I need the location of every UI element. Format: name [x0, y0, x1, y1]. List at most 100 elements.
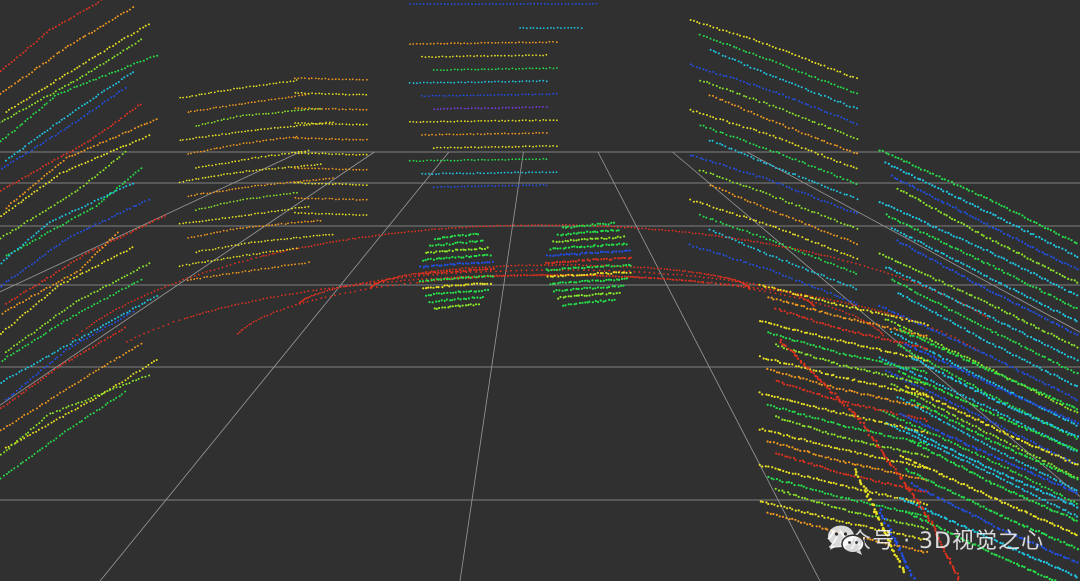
left-structure-point [5, 88, 8, 91]
far-scan-point [477, 107, 480, 110]
left-structure-point [97, 1, 100, 4]
object-point [453, 234, 456, 237]
far-scan-point [535, 184, 538, 187]
point-cloud-scene[interactable] [0, 0, 1080, 581]
left-structure-point [67, 18, 70, 21]
object-point [570, 303, 573, 306]
shelf-point [207, 122, 210, 124]
object-point [596, 245, 600, 248]
ground-ring-point [171, 283, 174, 286]
object-point [431, 264, 434, 267]
far-scan-point [456, 133, 458, 136]
far-scan-point [528, 67, 531, 70]
shelf-point [297, 109, 300, 112]
shelf-point [294, 196, 297, 199]
ground-ring-point [566, 264, 569, 267]
object-point [596, 300, 600, 304]
ground-ring-point [499, 270, 502, 273]
object-point [608, 236, 611, 239]
left-structure-point [59, 283, 62, 286]
shelf-point [297, 137, 299, 140]
left-structure-point [53, 227, 56, 230]
object-point [591, 293, 594, 296]
ground-ring-point [984, 315, 987, 318]
shelf-point [345, 138, 348, 141]
object-point [445, 277, 449, 281]
left-structure-point [91, 225, 94, 228]
ground-ring-point [842, 310, 844, 312]
left-structure-point [4, 446, 7, 449]
far-scan-point [553, 27, 555, 29]
right-structure-point [715, 96, 718, 99]
object-point [446, 263, 449, 266]
left-structure-point [58, 172, 61, 175]
object-point [594, 287, 597, 290]
far-scan-point [469, 172, 472, 175]
right-structure-point [732, 135, 735, 138]
right-structure-point [765, 192, 768, 195]
right-structure-point [852, 75, 854, 78]
ground-ring-point [408, 279, 411, 281]
left-structure-point [83, 403, 86, 406]
far-scan-point [495, 3, 498, 6]
left-structure-point [118, 119, 120, 122]
point-cloud-viewport[interactable]: 公众号 · 3D视觉之心 [0, 0, 1080, 581]
object-point [601, 292, 604, 295]
right-structure-point [839, 86, 842, 89]
ground-ring-point [701, 233, 704, 235]
right-structure-point [724, 55, 727, 58]
far-scan-point [487, 120, 490, 122]
left-structure-point [16, 157, 18, 160]
shelf-point [208, 135, 210, 137]
shelf-point [201, 261, 204, 264]
left-structure-point [69, 88, 72, 91]
far-scan-point [426, 81, 429, 84]
ground-ring-point [255, 256, 258, 259]
shelf-point [199, 150, 202, 153]
shelf-point [231, 132, 234, 134]
shelf-point [316, 123, 318, 125]
left-structure-point [6, 425, 8, 427]
ground-ring-point [157, 288, 160, 291]
shelf-point [275, 194, 278, 197]
far-scan-point [547, 3, 549, 6]
left-structure-point [65, 344, 68, 347]
left-structure-point [31, 240, 34, 243]
left-structure-point [73, 234, 76, 237]
ground-ring-point [400, 280, 402, 282]
object-point [620, 277, 624, 280]
left-structure-point [8, 108, 10, 111]
right-structure-point [753, 83, 755, 86]
ground-ring-point [420, 229, 423, 232]
object-point [608, 285, 611, 289]
object-point [629, 264, 632, 267]
shelf-point [235, 272, 238, 274]
far-scan-point [518, 80, 521, 83]
left-structure-point [45, 375, 48, 378]
ground-ring-point [640, 266, 642, 269]
left-structure-point [83, 142, 86, 145]
far-scan-point [549, 171, 551, 174]
far-scan-point [431, 94, 434, 97]
left-structure-point [108, 86, 111, 89]
far-scan-point [505, 67, 507, 70]
right-structure-point [762, 236, 765, 238]
far-scan-point [508, 41, 510, 44]
ground-ring-point [682, 279, 684, 282]
ground-ring-point [752, 283, 755, 285]
right-structure-point [727, 101, 730, 104]
far-scan-point [557, 3, 560, 5]
shelf-point [243, 242, 246, 245]
far-scan-point [542, 106, 544, 108]
right-structure-point [731, 90, 734, 93]
object-point [572, 232, 576, 235]
left-structure-point [126, 311, 129, 314]
right-structure-point [718, 176, 721, 178]
left-structure-point [43, 103, 46, 106]
far-scan-point [585, 3, 587, 5]
far-scan-point [515, 68, 517, 70]
far-scan-point [522, 26, 525, 29]
shelf-point [324, 122, 327, 125]
shelf-point [338, 153, 341, 156]
shelf-point [328, 183, 330, 185]
